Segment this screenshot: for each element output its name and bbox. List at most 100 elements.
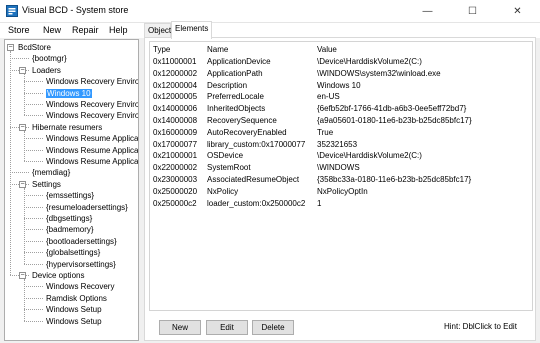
cell-name: AssociatedResumeObject (207, 175, 300, 184)
tree-item-label: {resumeloadersettings} (46, 202, 128, 212)
tree-item[interactable]: {resumeloadersettings} (46, 202, 128, 213)
tree-item[interactable]: Windows Resume Application (46, 133, 138, 144)
menu-new[interactable]: New (43, 25, 61, 35)
tree-item[interactable]: Windows Setup (46, 304, 102, 315)
cell-name: NxPolicy (207, 186, 239, 196)
collapse-icon[interactable]: − (19, 66, 26, 74)
tree-item[interactable]: {emssettings} (46, 190, 94, 201)
tree-item[interactable]: Windows Recovery Environment (46, 99, 139, 110)
cell-value: 352321653 (317, 139, 358, 149)
table-row[interactable]: 0x23000003 AssociatedResumeObject {358bc33… (150, 174, 532, 185)
collapse-icon[interactable]: − (19, 272, 26, 279)
table-row[interactable]: 0x12000002 ApplicationPath \WINDOWS\system… (150, 68, 532, 79)
table-row[interactable]: 0x14000008 RecoverySequence {a9a05601-0180… (150, 115, 532, 126)
tree-item-label: {badmemory} (46, 225, 94, 235)
cell-name: loader_custom:0x250000c2 (207, 198, 306, 208)
tree-item[interactable]: Windows Recovery Environment (46, 76, 138, 87)
tree-item[interactable]: Settings (32, 179, 61, 190)
tree-item[interactable]: Device options (32, 270, 84, 281)
tree-guide-line (24, 229, 43, 231)
tree-guide-line (24, 252, 43, 254)
tree-item[interactable]: BcdStore (18, 42, 51, 53)
column-header-name[interactable]: Name (207, 44, 228, 55)
tree-item[interactable]: Hibernate resumers (32, 122, 102, 133)
tree-guide-line (24, 92, 43, 94)
tree-item[interactable]: Windows Setup (46, 316, 102, 327)
tree-item[interactable]: {bootloadersettings} (46, 236, 117, 247)
cell-type: 0x17000077 (153, 139, 198, 149)
cell-value: NxPolicyOptIn (317, 186, 368, 196)
column-header-value[interactable]: Value (317, 44, 337, 55)
collapse-icon[interactable]: − (19, 123, 26, 131)
cell-value: 1 (317, 198, 322, 208)
table-row[interactable]: 0x11000001 ApplicationDevice \Device\Hardd… (150, 56, 532, 67)
cell-value: \WINDOWS (317, 163, 360, 173)
tree-guide-line (24, 130, 25, 161)
table-row[interactable]: 0x12000004 Description Windows 10 (150, 80, 532, 91)
edit-button[interactable]: Edit (206, 320, 248, 335)
tree-item-label: Windows Resume Application (46, 145, 139, 155)
maximize-button[interactable]: ☐ (450, 0, 495, 23)
table-row[interactable]: 0x14000006 InheritedObjects {6efb52bf-1766… (150, 103, 532, 114)
tree-guide-line (24, 81, 43, 83)
tree-guide-line (10, 51, 11, 275)
collapse-icon[interactable]: − (19, 180, 26, 188)
cell-name: library_custom:0x17000077 (207, 139, 306, 149)
tree-item-label: Device options (32, 271, 85, 280)
table-row[interactable]: 0x25000020 NxPolicy NxPolicyOptIn (150, 186, 532, 197)
table-row[interactable]: 0x22000002 SystemRoot \WINDOWS (150, 162, 532, 173)
tree-item[interactable]: {globalsettings} (46, 247, 100, 258)
tree-item-label: Windows 10 (46, 88, 92, 98)
cell-value: True (317, 127, 334, 137)
tab-object[interactable]: Object (144, 23, 171, 38)
menu-help[interactable]: Help (109, 25, 128, 35)
table-row[interactable]: 0x250000c2 loader_custom:0x250000c2 1 (150, 198, 532, 209)
cell-type: 0x12000002 (153, 68, 198, 78)
tree-item[interactable]: {dbgsettings} (46, 213, 92, 224)
tree-item-label: {emssettings} (46, 191, 95, 201)
tree-item[interactable]: Windows Resume Application (46, 145, 139, 156)
menu-store[interactable]: Store (8, 25, 30, 35)
tree-guide-line (24, 218, 43, 219)
tab-elements[interactable]: Elements (171, 21, 212, 39)
tree-guide-line (24, 309, 43, 311)
cell-type: 0x25000020 (153, 186, 198, 196)
cell-name: SystemRoot (207, 163, 251, 173)
tree-guide-line (24, 149, 43, 151)
close-button[interactable]: ✕ (495, 0, 540, 23)
tree-item[interactable]: {hypervisorsettings} (46, 259, 116, 270)
tree-item[interactable]: Windows Recovery (46, 281, 114, 292)
tree-item[interactable]: Windows Resume Application (46, 156, 138, 167)
table-row[interactable]: 0x16000009 AutoRecoveryEnabled True (150, 127, 532, 138)
tree-item[interactable]: {memdiag} (32, 167, 70, 178)
table-row[interactable]: 0x21000001 OSDevice \Device\HarddiskVolume… (150, 150, 532, 161)
tree-item-label: Settings (32, 179, 61, 189)
tree-item-selected[interactable]: Windows 10 (46, 88, 92, 99)
minimize-button[interactable]: — (405, 0, 450, 23)
close-icon: ✕ (513, 6, 522, 17)
tree-item-label: {memdiag} (32, 168, 71, 178)
new-button[interactable]: New (159, 320, 201, 335)
elements-panel: Type Name Value 0x11000001 ApplicationDevice… (144, 37, 536, 341)
cell-name: ApplicationDevice (207, 57, 271, 66)
table-row[interactable]: 0x12000005 PreferredLocale en-US (150, 91, 532, 102)
tree-item[interactable]: Ramdisk Options (46, 293, 107, 304)
minimize-icon: — (422, 6, 433, 17)
tree-item[interactable]: Windows Recovery Environment (46, 110, 138, 121)
store-tree[interactable]: − BcdStore {bootmgr} − Loaders Windows Recove… (4, 39, 139, 341)
tree-item-label: Windows Recovery Environment (46, 100, 139, 109)
cell-type: 0x11000001 (153, 57, 197, 66)
window-title: Visual BCD - System store (22, 5, 129, 15)
tree-item[interactable]: {badmemory} (46, 224, 94, 235)
cell-type: 0x16000009 (153, 127, 198, 137)
delete-button[interactable]: Delete (252, 320, 294, 335)
column-header-type[interactable]: Type (153, 44, 170, 55)
tree-item[interactable]: Loaders (32, 65, 61, 76)
table-row[interactable]: 0x17000077 library_custom:0x17000077 35232… (150, 139, 532, 150)
cell-type: 0x14000006 (153, 104, 198, 114)
elements-grid[interactable]: Type Name Value 0x11000001 ApplicationDevice… (149, 41, 533, 311)
menu-repair[interactable]: Repair (72, 25, 99, 35)
tree-guide-line (24, 279, 25, 321)
collapse-icon[interactable]: − (7, 44, 14, 51)
tree-item[interactable]: {bootmgr} (32, 53, 67, 64)
